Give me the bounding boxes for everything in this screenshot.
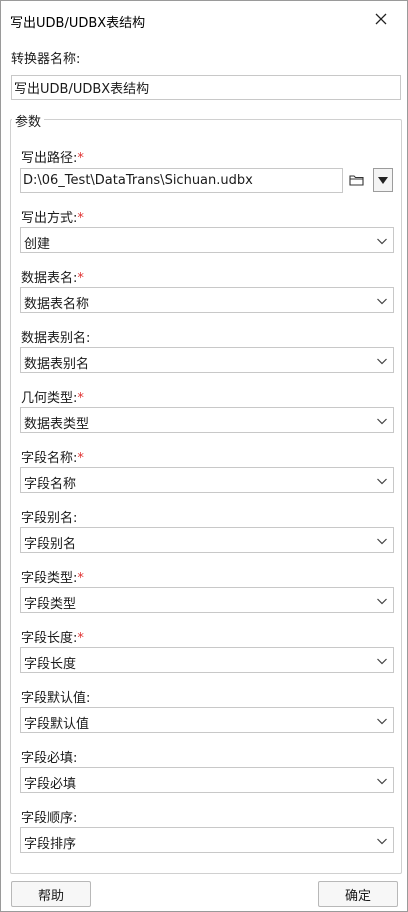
field-default-label: 字段默认值: [21, 687, 90, 706]
field-name-label-text: 字段名称: [21, 451, 78, 466]
title-bar: 写出UDB/UDBX表结构 [1, 1, 407, 37]
required-mark: * [77, 451, 84, 466]
field-length-value: 字段长度 [24, 657, 77, 672]
required-mark: * [77, 271, 84, 286]
field-type-label: 字段类型:* [21, 567, 84, 586]
chevron-down-icon [377, 298, 387, 305]
chevron-down-icon [377, 478, 387, 485]
chevron-down-icon [377, 718, 387, 725]
chevron-down-icon [377, 838, 387, 845]
close-button[interactable] [363, 5, 399, 33]
write-mode-label-text: 写出方式: [21, 211, 78, 226]
output-path-dropdown-button[interactable] [373, 168, 393, 192]
field-name-select[interactable]: 字段名称 [20, 467, 394, 493]
field-alias-label: 字段别名: [21, 507, 77, 526]
table-name-select[interactable]: 数据表名称 [20, 287, 394, 313]
write-mode-select[interactable]: 创建 [20, 227, 394, 253]
close-icon [375, 13, 387, 25]
required-mark: * [77, 391, 84, 406]
field-order-value: 字段排序 [24, 837, 77, 852]
table-alias-label-text: 数据表别名: [21, 331, 91, 346]
geometry-type-value: 数据表类型 [24, 417, 90, 432]
required-mark: * [77, 211, 84, 226]
geometry-type-select[interactable]: 数据表类型 [20, 407, 394, 433]
field-default-value: 字段默认值 [24, 717, 90, 732]
converter-name-value: 写出UDB/UDBX表结构 [14, 82, 150, 97]
field-length-label: 字段长度:* [21, 627, 84, 646]
field-required-select[interactable]: 字段必填 [20, 767, 394, 793]
required-mark: * [77, 571, 84, 586]
help-button[interactable]: 帮助 [11, 881, 91, 907]
table-name-label: 数据表名:* [21, 267, 84, 286]
triangle-down-icon [378, 176, 388, 184]
output-path-label: 写出路径:* [21, 147, 84, 166]
chevron-down-icon [377, 658, 387, 665]
table-name-value: 数据表名称 [24, 297, 90, 312]
field-length-select[interactable]: 字段长度 [20, 647, 394, 673]
chevron-down-icon [377, 358, 387, 365]
chevron-down-icon [377, 538, 387, 545]
folder-icon [348, 175, 364, 186]
chevron-down-icon [377, 418, 387, 425]
field-length-label-text: 字段长度: [21, 631, 78, 646]
field-order-select[interactable]: 字段排序 [20, 827, 394, 853]
output-path-value: D:\06_Test\DataTrans\Sichuan.udbx [23, 173, 253, 188]
field-required-label-text: 字段必填: [21, 751, 78, 766]
converter-name-label: 转换器名称: [11, 52, 81, 67]
output-path-input[interactable]: D:\06_Test\DataTrans\Sichuan.udbx [20, 168, 343, 193]
required-mark: * [77, 151, 84, 166]
geometry-type-label: 几何类型:* [21, 387, 84, 406]
write-mode-value: 创建 [24, 237, 51, 252]
field-type-value: 字段类型 [24, 597, 77, 612]
table-alias-select[interactable]: 数据表别名 [20, 347, 394, 373]
dialog-window: 写出UDB/UDBX表结构 转换器名称: 写出UDB/UDBX表结构 参数 写出… [0, 0, 408, 912]
table-name-label-text: 数据表名: [21, 271, 78, 286]
field-order-label: 字段顺序: [21, 807, 77, 826]
required-mark: * [77, 631, 84, 646]
output-path-label-text: 写出路径: [21, 151, 78, 166]
table-alias-value: 数据表别名 [24, 357, 90, 372]
geometry-type-label-text: 几何类型: [21, 391, 78, 406]
field-required-label: 字段必填: [21, 747, 77, 766]
browse-folder-button[interactable] [345, 169, 367, 191]
ok-button[interactable]: 确定 [318, 881, 398, 907]
field-alias-value: 字段别名 [24, 537, 77, 552]
chevron-down-icon [377, 778, 387, 785]
field-order-label-text: 字段顺序: [21, 811, 78, 826]
field-alias-select[interactable]: 字段别名 [20, 527, 394, 553]
field-type-select[interactable]: 字段类型 [20, 587, 394, 613]
write-mode-label: 写出方式:* [21, 207, 84, 226]
field-name-value: 字段名称 [24, 477, 77, 492]
field-alias-label-text: 字段别名: [21, 511, 78, 526]
params-legend: 参数 [12, 111, 45, 130]
field-required-value: 字段必填 [24, 777, 77, 792]
chevron-down-icon [377, 598, 387, 605]
chevron-down-icon [377, 238, 387, 245]
converter-name-input[interactable]: 写出UDB/UDBX表结构 [11, 75, 401, 100]
window-title: 写出UDB/UDBX表结构 [10, 16, 146, 31]
field-type-label-text: 字段类型: [21, 571, 78, 586]
field-default-label-text: 字段默认值: [21, 691, 91, 706]
table-alias-label: 数据表别名: [21, 327, 90, 346]
field-name-label: 字段名称:* [21, 447, 84, 466]
field-default-select[interactable]: 字段默认值 [20, 707, 394, 733]
